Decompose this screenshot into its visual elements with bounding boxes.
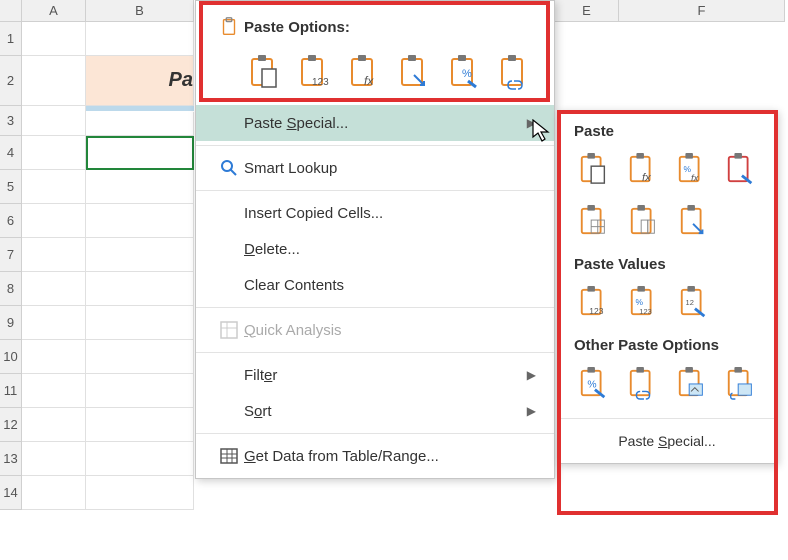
cell-a4[interactable] xyxy=(22,136,86,170)
sub-formatting-icon[interactable]: % xyxy=(574,362,613,404)
row-header-7[interactable]: 7 xyxy=(0,238,22,272)
paste-options-label: Paste Options: xyxy=(244,19,536,36)
chevron-right-icon: ▶ xyxy=(527,368,536,382)
menu-insert-copied[interactable]: Insert Copied Cells... xyxy=(196,195,554,231)
sub-values-fmt-icon[interactable]: 12 xyxy=(674,281,714,323)
sub-linked-picture-icon[interactable] xyxy=(721,362,760,404)
paste-special-submenu: Paste fx %fx Paste Values 123 %123 12 Ot… xyxy=(557,110,777,464)
col-header-a[interactable]: A xyxy=(22,0,86,22)
quick-analysis-icon xyxy=(214,320,244,340)
submenu-values-header: Paste Values xyxy=(558,252,776,281)
chevron-right-icon: ▶ xyxy=(527,404,536,418)
paste-options-icons: 123 fx % xyxy=(196,41,554,105)
sub-source-fmt-icon[interactable] xyxy=(721,148,760,190)
row-header-8[interactable]: 8 xyxy=(0,272,22,306)
cell-b2[interactable]: Pa xyxy=(86,56,194,106)
sub-col-width-icon[interactable] xyxy=(624,200,664,242)
col-header-e[interactable]: E xyxy=(555,0,619,22)
svg-text:%: % xyxy=(636,297,644,307)
col-header-b[interactable]: B xyxy=(86,0,194,22)
row-header-12[interactable]: 12 xyxy=(0,408,22,442)
svg-text:123: 123 xyxy=(639,307,652,316)
cell-a2[interactable] xyxy=(22,56,86,106)
svg-text:12: 12 xyxy=(686,298,694,307)
row-header-1[interactable]: 1 xyxy=(0,22,22,56)
clipboard-icon xyxy=(214,16,244,38)
menu-delete[interactable]: Delete... xyxy=(196,231,554,267)
search-icon xyxy=(214,158,244,178)
row-header-4[interactable]: 4 xyxy=(0,136,22,170)
context-menu: Paste Options: 123 fx % Paste Special...… xyxy=(195,0,555,479)
submenu-paste-header: Paste xyxy=(558,119,776,148)
svg-text:%: % xyxy=(587,380,596,391)
cell-b1[interactable] xyxy=(86,22,194,56)
cell-b3[interactable] xyxy=(86,112,194,136)
table-icon xyxy=(214,446,244,466)
paste-options-header: Paste Options: xyxy=(196,5,554,41)
row-header-13[interactable]: 13 xyxy=(0,442,22,476)
svg-text:123: 123 xyxy=(312,77,329,88)
svg-text:fx: fx xyxy=(642,172,651,184)
sub-link-icon[interactable] xyxy=(623,362,662,404)
paste-icon-formulas[interactable]: fx xyxy=(344,49,386,95)
menu-smart-lookup[interactable]: Smart Lookup xyxy=(196,150,554,186)
menu-sort[interactable]: Sort ▶ xyxy=(196,393,554,429)
sub-values-icon[interactable]: 123 xyxy=(574,281,614,323)
menu-get-data[interactable]: Get Data from Table/Range... xyxy=(196,438,554,474)
row-header-5[interactable]: 5 xyxy=(0,170,22,204)
svg-text:123: 123 xyxy=(589,306,603,316)
submenu-other-header: Other Paste Options xyxy=(558,333,776,362)
submenu-paste-special-link[interactable]: Paste Special... xyxy=(558,423,776,459)
paste-icon-transpose[interactable] xyxy=(394,49,436,95)
svg-text:fx: fx xyxy=(691,172,699,183)
sub-formulas-num-icon[interactable]: %fx xyxy=(672,148,711,190)
row-header-10[interactable]: 10 xyxy=(0,340,22,374)
sub-paste-icon[interactable] xyxy=(574,148,613,190)
row-header-2[interactable]: 2 xyxy=(0,56,22,106)
select-all-corner[interactable] xyxy=(0,0,22,22)
sub-values-num-icon[interactable]: %123 xyxy=(624,281,664,323)
sub-no-borders-icon[interactable] xyxy=(574,200,614,242)
menu-clear-contents[interactable]: Clear Contents xyxy=(196,267,554,303)
chevron-right-icon: ▶ xyxy=(527,116,536,130)
cell-a3[interactable] xyxy=(22,112,86,136)
cell-a1[interactable] xyxy=(22,22,86,56)
svg-text:fx: fx xyxy=(364,74,374,88)
menu-filter[interactable]: Filter ▶ xyxy=(196,357,554,393)
menu-quick-analysis: Quick Analysis xyxy=(196,312,554,348)
cell-b3-selection xyxy=(86,106,194,111)
paste-icon-formatting[interactable]: % xyxy=(444,49,486,95)
col-header-f[interactable]: F xyxy=(619,0,785,22)
sub-transpose-icon[interactable] xyxy=(674,200,714,242)
row-header-6[interactable]: 6 xyxy=(0,204,22,238)
row-header-11[interactable]: 11 xyxy=(0,374,22,408)
row-header-9[interactable]: 9 xyxy=(0,306,22,340)
paste-icon-link[interactable] xyxy=(494,49,536,95)
menu-paste-special[interactable]: Paste Special... ▶ xyxy=(196,105,554,141)
sub-picture-icon[interactable] xyxy=(672,362,711,404)
sub-formulas-icon[interactable]: fx xyxy=(623,148,662,190)
svg-text:%: % xyxy=(462,68,472,80)
cell-b4-active[interactable] xyxy=(86,136,194,170)
row-header-14[interactable]: 14 xyxy=(0,476,22,510)
paste-icon-values[interactable]: 123 xyxy=(294,49,336,95)
paste-icon-paste[interactable] xyxy=(244,49,286,95)
